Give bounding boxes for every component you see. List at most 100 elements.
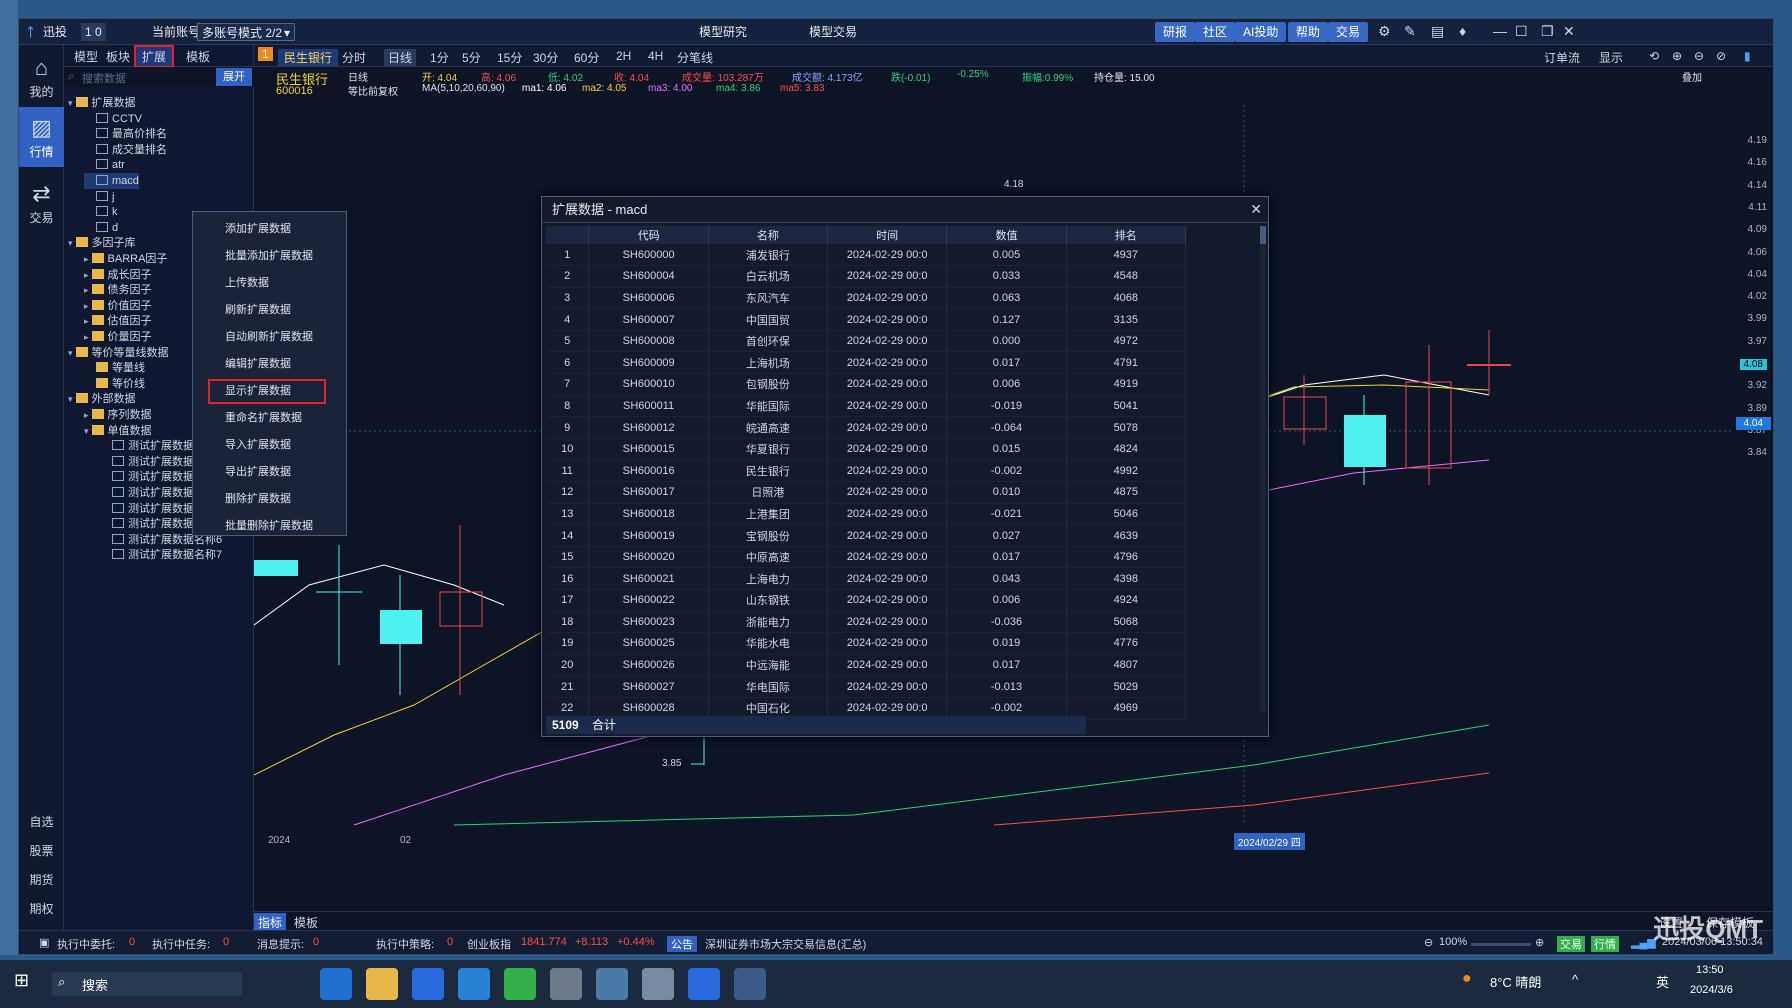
expand-arrow-icon[interactable]: ▾ xyxy=(68,98,73,108)
tree-node[interactable]: 最高价排名 xyxy=(84,126,167,142)
app-icon[interactable] xyxy=(642,968,674,1000)
edge-icon[interactable] xyxy=(320,968,352,1000)
vscode-icon[interactable] xyxy=(688,968,720,1000)
sidebar-item-market[interactable]: ▨ 行情 xyxy=(19,107,64,167)
ime-indicator[interactable]: 英 xyxy=(1656,972,1669,991)
period-tab[interactable]: 分笔线 xyxy=(677,49,713,66)
app-icon[interactable] xyxy=(596,968,628,1000)
tree-node[interactable]: ▸ 序列数据 xyxy=(84,407,152,423)
expand-arrow-icon[interactable]: ▸ xyxy=(84,270,89,280)
table-row[interactable]: 5 SH600008 首创环保 2024-02-29 00:0 0.000 4972 xyxy=(546,330,1187,353)
sidebar-item-stocks[interactable]: 股票 xyxy=(19,842,64,859)
xuntou-icon[interactable] xyxy=(734,968,766,1000)
expand-arrow-icon[interactable]: ▾ xyxy=(68,238,73,248)
close-icon[interactable]: ✕ xyxy=(1250,201,1262,218)
windows-start-icon[interactable]: ⊞ xyxy=(14,970,29,991)
column-header[interactable]: 时间 xyxy=(827,226,948,244)
period-tab[interactable]: 2H xyxy=(616,49,631,63)
context-menu-item[interactable]: 导出扩展数据 xyxy=(193,459,348,486)
table-row[interactable]: 1 SH600000 浦发银行 2024-02-29 00:0 0.005 4937 xyxy=(546,244,1187,267)
table-row[interactable]: 4 SH600007 中国国贸 2024-02-29 00:0 0.127 3135 xyxy=(546,308,1187,331)
period-tab[interactable]: 分时 xyxy=(342,49,366,66)
tree-node[interactable]: ▾ 扩展数据 xyxy=(68,95,136,111)
notice-badge[interactable]: 公告 xyxy=(667,936,697,952)
period-tab[interactable]: 60分 xyxy=(574,49,599,66)
layout-icon[interactable]: ▤ xyxy=(1431,23,1444,40)
table-row[interactable]: 12 SH600017 日照港 2024-02-29 00:0 0.010 4875 xyxy=(546,481,1187,504)
tab-sector[interactable]: 板块 xyxy=(106,48,130,65)
table-row[interactable]: 14 SH600019 宝钢股份 2024-02-29 00:0 0.027 4639 xyxy=(546,524,1187,547)
context-menu-item[interactable]: 批量删除扩展数据 xyxy=(193,513,348,540)
tree-node[interactable]: ▸ 成长因子 xyxy=(84,267,152,283)
tree-node[interactable]: ▾ 等价等量线数据 xyxy=(68,345,169,361)
context-menu-item[interactable]: 编辑扩展数据 xyxy=(193,351,348,378)
overlay-button[interactable]: 叠加 xyxy=(1682,69,1702,84)
model-research-tab[interactable]: 模型研究 xyxy=(699,23,747,41)
tree-node[interactable]: atr xyxy=(84,157,125,173)
help-button[interactable]: 帮助 xyxy=(1288,22,1329,42)
expand-button[interactable]: 展开 xyxy=(216,68,252,86)
notice-text[interactable]: 深圳证券市场大宗交易信息(汇总) xyxy=(705,936,866,952)
column-header[interactable] xyxy=(546,226,590,244)
tree-node[interactable]: ▸ BARRA因子 xyxy=(84,251,167,267)
ai-assist-button[interactable]: AI投助 xyxy=(1235,22,1287,42)
tab-template[interactable]: 模板 xyxy=(186,48,210,65)
period-tab[interactable]: 15分 xyxy=(497,49,522,66)
context-menu-item[interactable]: 导入扩展数据 xyxy=(193,432,348,459)
tree-node[interactable]: k xyxy=(84,204,118,220)
tab-extension[interactable]: 扩展 xyxy=(134,45,175,68)
context-menu-item[interactable]: 添加扩展数据 xyxy=(193,216,348,243)
tree-node[interactable]: d xyxy=(84,220,118,236)
tree-node[interactable]: j xyxy=(84,189,114,205)
tree-node[interactable]: ▾ 外部数据 xyxy=(68,391,136,407)
column-header[interactable]: 排名 xyxy=(1066,226,1187,244)
context-menu-item[interactable]: 自动刷新扩展数据 xyxy=(193,324,348,351)
tree-node[interactable]: 等量线 xyxy=(84,360,145,376)
folder-icon[interactable] xyxy=(366,968,398,1000)
sidebar-item-mine[interactable]: ⌂ 我的 xyxy=(19,55,64,105)
stock-tab[interactable]: 民生银行 xyxy=(278,49,339,66)
period-tab[interactable]: 5分 xyxy=(462,49,481,66)
tab-template-bottom[interactable]: 模板 xyxy=(294,914,318,931)
vertical-scrollbar[interactable] xyxy=(1260,226,1266,712)
table-row[interactable]: 10 SH600015 华夏银行 2024-02-29 00:0 0.015 4824 xyxy=(546,438,1187,461)
search-input[interactable]: 搜索数据 xyxy=(82,70,126,86)
zoom-icon[interactable]: ⊖ xyxy=(1424,936,1433,949)
expand-arrow-icon[interactable]: ▾ xyxy=(68,348,73,358)
sidebar-item-watchlist[interactable]: 自选 xyxy=(19,813,64,830)
shirt-icon[interactable]: ♦ xyxy=(1459,23,1466,39)
expand-arrow-icon[interactable]: ▸ xyxy=(84,410,89,420)
sidebar-item-futures[interactable]: 期货 xyxy=(19,871,64,888)
table-row[interactable]: 8 SH600011 华能国际 2024-02-29 00:0 -0.019 5041 xyxy=(546,395,1187,418)
mail-icon[interactable] xyxy=(458,968,490,1000)
community-button[interactable]: 社区 xyxy=(1195,22,1236,42)
expand-arrow-icon[interactable]: ▸ xyxy=(84,316,89,326)
context-menu-item[interactable]: 显示扩展数据 xyxy=(207,378,327,405)
table-row[interactable]: 11 SH600016 民生银行 2024-02-29 00:0 -0.002 4992 xyxy=(546,459,1187,483)
table-row[interactable]: 9 SH600012 皖通高速 2024-02-29 00:0 -0.064 5078 xyxy=(546,416,1187,439)
table-row[interactable]: 18 SH600023 浙能电力 2024-02-29 00:0 -0.036 5068 xyxy=(546,611,1187,634)
order-flow-button[interactable]: 订单流 xyxy=(1544,49,1580,66)
trade-button[interactable]: 交易 xyxy=(1328,22,1369,42)
sidebar-item-trade[interactable]: ⇄ 交易 xyxy=(19,175,64,225)
account-mode-select[interactable]: 多账号模式 2/2 ▾ xyxy=(197,23,295,41)
zoom-in-icon[interactable]: ⊕ xyxy=(1535,936,1544,949)
display-dropdown[interactable]: 显示 xyxy=(1599,49,1623,66)
restore-icon[interactable]: ❐ xyxy=(1541,23,1554,40)
tree-node[interactable]: ▾ 单值数据 xyxy=(84,423,152,439)
table-row[interactable]: 19 SH600025 华能水电 2024-02-29 00:0 0.019 4776 xyxy=(546,632,1187,655)
tree-node[interactable]: ▸ 价值因子 xyxy=(84,298,152,314)
table-row[interactable]: 17 SH600022 山东钢铁 2024-02-29 00:0 0.006 4924 xyxy=(546,589,1187,612)
store-icon[interactable] xyxy=(412,968,444,1000)
settings-icon[interactable]: ⚙ xyxy=(1378,23,1391,40)
zoom-out-icon[interactable]: ⊖ xyxy=(1694,49,1704,63)
tree-node[interactable]: CCTV xyxy=(84,111,142,127)
tab-model[interactable]: 模型 xyxy=(74,48,98,65)
minimize-icon[interactable]: — xyxy=(1493,23,1507,39)
column-header[interactable]: 代码 xyxy=(588,226,709,244)
period-tab[interactable]: 日线 xyxy=(384,49,417,66)
expand-arrow-icon[interactable]: ▸ xyxy=(84,254,89,264)
table-row[interactable]: 7 SH600010 包钢股份 2024-02-29 00:0 0.006 4919 xyxy=(546,373,1187,396)
tree-node[interactable]: ▸ 债务因子 xyxy=(84,282,152,298)
table-row[interactable]: 13 SH600018 上港集团 2024-02-29 00:0 -0.021 5046 xyxy=(546,503,1187,526)
